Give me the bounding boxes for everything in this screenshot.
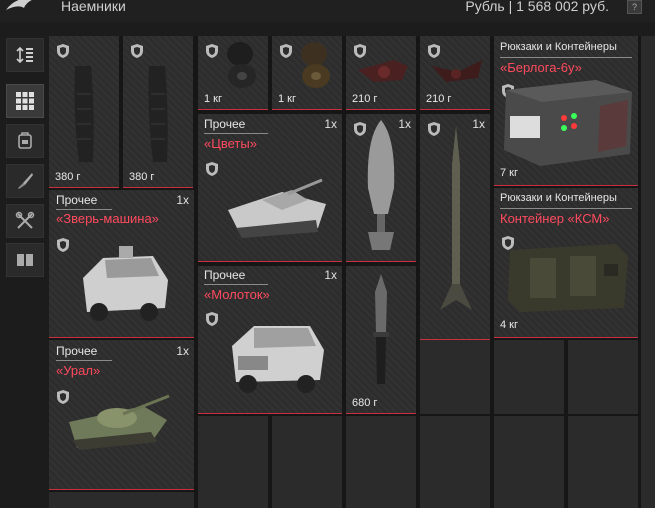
- empty-cell[interactable]: [494, 340, 564, 414]
- empty-cell[interactable]: [568, 416, 638, 508]
- knife-item[interactable]: 680 г: [346, 266, 416, 414]
- item-name: «Урал»: [56, 363, 101, 378]
- magazine-image: [74, 66, 94, 162]
- tools-icon: [15, 211, 35, 229]
- item-name: «Цветы»: [204, 136, 257, 151]
- tool-image: [358, 60, 408, 82]
- shield-icon: [280, 44, 292, 58]
- category-divider: [500, 57, 632, 58]
- tools-filter-button[interactable]: [6, 204, 44, 238]
- shield-icon: [131, 44, 143, 58]
- ural-vehicle-item[interactable]: Прочее 1x «Урал»: [49, 340, 194, 490]
- magazine-item[interactable]: 380 г: [49, 36, 119, 188]
- inventory-grid: 380 г 380 г 1 кг 1 кг 210 г 210 г Прочее…: [49, 36, 655, 508]
- berloga-container-item[interactable]: Рюкзаки и Контейнеры «Берлога-6у» 7 кг: [494, 36, 638, 186]
- rocket-image: [440, 126, 472, 310]
- bomb-image: [367, 120, 395, 250]
- item-weight: 210 г: [352, 93, 378, 105]
- category-divider: [500, 208, 632, 209]
- molotok-vehicle-item[interactable]: Прочее 1x «Молоток»: [198, 266, 342, 414]
- balance-text: Рубль | 1 568 002 руб.: [465, 0, 609, 14]
- item-name: «Молоток»: [204, 287, 270, 302]
- shield-icon: [57, 44, 69, 58]
- item-category: Прочее: [204, 268, 246, 282]
- shield-icon: [206, 162, 218, 176]
- category-divider: [56, 360, 112, 361]
- backpack-filter-button[interactable]: [6, 124, 44, 158]
- empty-cell[interactable]: [420, 416, 490, 508]
- item-weight: 4 кг: [500, 319, 518, 331]
- item-name: Контейнер «КСМ»: [500, 211, 610, 226]
- shield-icon: [206, 312, 218, 326]
- container-icon: [17, 254, 33, 266]
- tool-image: [432, 60, 482, 82]
- tire-image: [227, 42, 256, 88]
- item-name: «Берлога-6у»: [500, 60, 582, 75]
- weapon-filter-button[interactable]: [6, 164, 44, 198]
- empty-cell[interactable]: [49, 492, 194, 508]
- item-category: Прочее: [56, 193, 98, 207]
- tire-item[interactable]: 1 кг: [272, 36, 342, 110]
- bird-logo-icon: [6, 0, 32, 10]
- empty-cell[interactable]: [272, 416, 342, 508]
- sort-button[interactable]: [6, 38, 44, 72]
- item-quantity: 1x: [324, 268, 337, 282]
- container-filter-button[interactable]: [6, 243, 44, 277]
- item-weight: 7 кг: [500, 167, 518, 179]
- empty-cell[interactable]: [198, 416, 268, 508]
- item-name: «Зверь-машина»: [56, 211, 159, 226]
- ksm-container-item[interactable]: Рюкзаки и Контейнеры Контейнер «КСМ» 4 к…: [494, 188, 638, 338]
- rod-item[interactable]: 1x: [420, 114, 490, 340]
- tank-image: [69, 394, 170, 450]
- item-weight: 1 кг: [278, 93, 296, 105]
- zver-vehicle-item[interactable]: Прочее 1x «Зверь-машина»: [49, 190, 194, 338]
- empty-cell[interactable]: [494, 416, 564, 508]
- empty-cell[interactable]: [568, 340, 638, 414]
- crate-image: [504, 80, 632, 166]
- magazine-item[interactable]: 380 г: [123, 36, 193, 188]
- tool-item[interactable]: 210 г: [346, 36, 416, 110]
- top-bar: Наемники Рубль | 1 568 002 руб. ?: [0, 0, 655, 22]
- item-category: Рюкзаки и Контейнеры: [500, 192, 617, 204]
- bomb-item[interactable]: 1x: [346, 114, 416, 262]
- category-divider: [204, 133, 268, 134]
- item-weight: 380 г: [55, 171, 81, 183]
- item-weight: 380 г: [129, 171, 155, 183]
- category-divider: [204, 284, 268, 285]
- knife-icon: [18, 173, 33, 189]
- item-category: Рюкзаки и Контейнеры: [500, 41, 617, 53]
- humvee-image: [232, 326, 324, 393]
- tire-item[interactable]: 1 кг: [198, 36, 268, 110]
- page-title: Наемники: [61, 0, 126, 14]
- tsvety-vehicle-item[interactable]: Прочее 1x «Цветы»: [198, 114, 342, 262]
- item-quantity: 1x: [324, 117, 337, 131]
- category-divider: [56, 209, 112, 210]
- backpack-icon: [18, 132, 32, 149]
- tool-item[interactable]: 210 г: [420, 36, 490, 110]
- empty-cell[interactable]: [420, 340, 490, 414]
- armored-car-image: [83, 246, 168, 321]
- tire-image: [301, 42, 330, 88]
- item-weight: 1 кг: [204, 93, 222, 105]
- filter-sidebar: [0, 36, 46, 508]
- help-button[interactable]: ?: [627, 0, 642, 14]
- grid-view-button[interactable]: [6, 84, 44, 118]
- empty-cell: [641, 36, 655, 508]
- shield-icon: [206, 44, 218, 58]
- sort-icon: [16, 46, 33, 64]
- item-weight: 210 г: [426, 93, 452, 105]
- item-category: Прочее: [56, 344, 98, 358]
- item-quantity: 1x: [176, 193, 189, 207]
- shield-icon: [57, 238, 69, 252]
- item-category: Прочее: [204, 117, 246, 131]
- knife-image: [373, 274, 389, 384]
- empty-cell[interactable]: [346, 416, 416, 508]
- sau-image: [228, 178, 326, 238]
- grid-icon: [16, 92, 34, 110]
- item-quantity: 1x: [176, 344, 189, 358]
- magazine-image: [148, 66, 168, 162]
- container-case-image: [508, 244, 628, 312]
- item-weight: 680 г: [352, 397, 378, 409]
